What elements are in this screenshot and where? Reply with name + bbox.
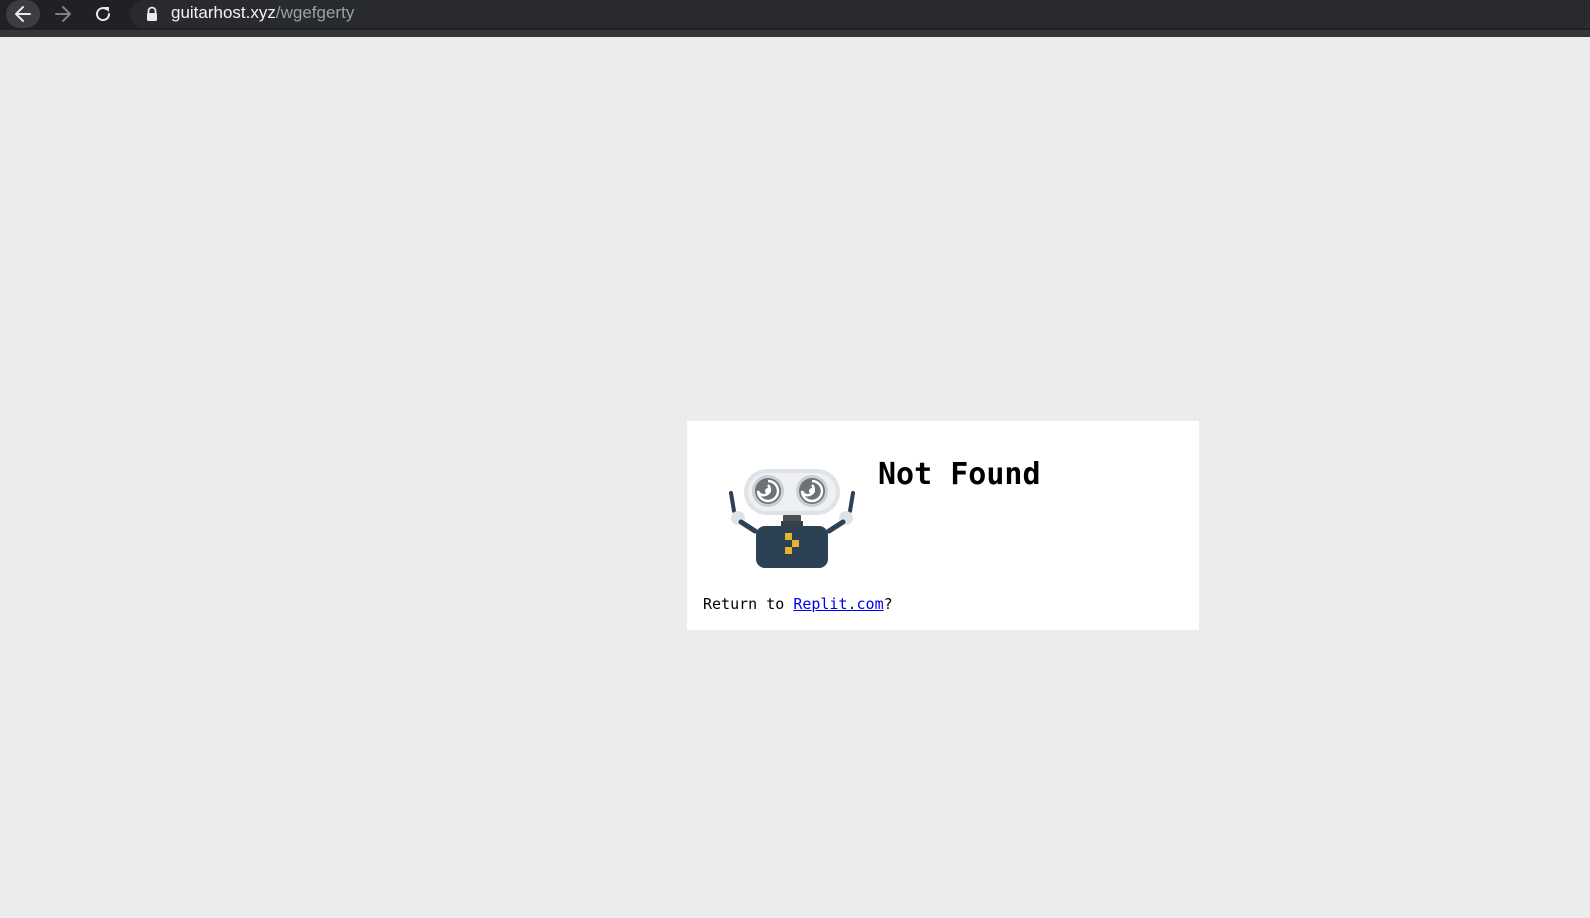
- reload-icon: [96, 7, 111, 22]
- robot-right-eye: [796, 475, 828, 507]
- return-prefix: Return to: [703, 595, 794, 613]
- return-line: Return to Replit.com?: [703, 595, 893, 613]
- page-title: Not Found: [878, 457, 1041, 492]
- error-card: Not Found Return to Replit.com?: [687, 421, 1199, 630]
- url-text[interactable]: guitarhost.xyz/wgefgerty: [171, 3, 354, 23]
- toolbar-divider: [0, 30, 1590, 37]
- replit-link[interactable]: Replit.com: [793, 595, 883, 613]
- arrow-right-icon: [55, 6, 71, 22]
- browser-toolbar: guitarhost.xyz/wgefgerty: [0, 0, 1590, 30]
- robot-left-eye: [752, 475, 784, 507]
- return-suffix: ?: [883, 595, 893, 613]
- reload-button[interactable]: [86, 0, 120, 28]
- robot-icon: [729, 469, 855, 568]
- back-button[interactable]: [6, 0, 40, 28]
- forward-button[interactable]: [46, 0, 80, 28]
- lock-icon[interactable]: [145, 6, 159, 22]
- url-path: /wgefgerty: [275, 3, 355, 22]
- arrow-left-icon: [15, 6, 31, 22]
- url-host: guitarhost.xyz: [171, 3, 276, 22]
